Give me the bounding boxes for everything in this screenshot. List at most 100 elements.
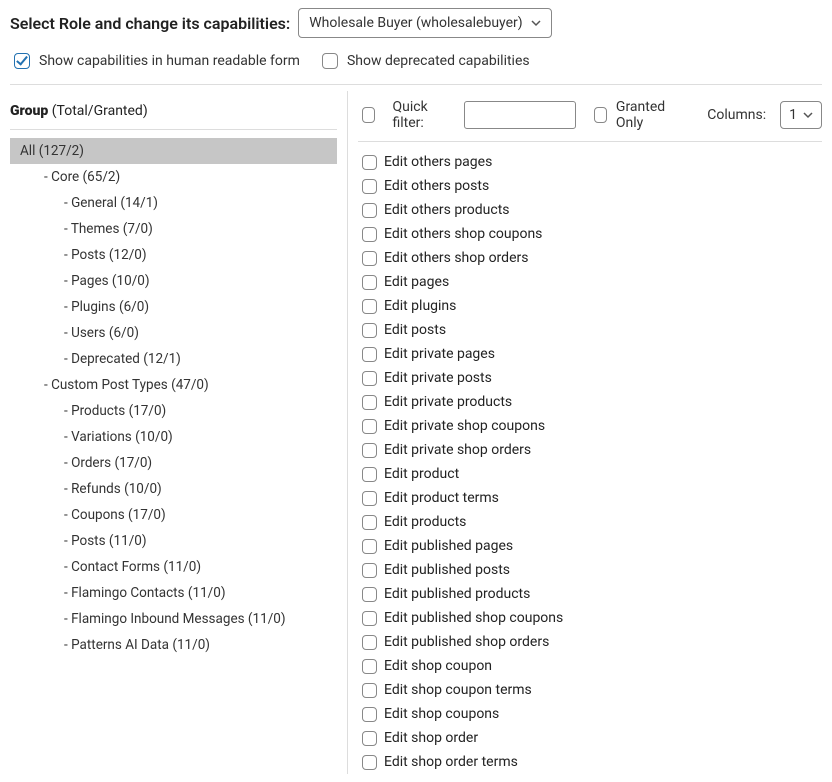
capability-row[interactable]: Edit others shop orders xyxy=(358,246,822,270)
tree-item[interactable]: - Plugins (6/0) xyxy=(10,294,337,320)
capability-row[interactable]: Edit shop coupons xyxy=(358,702,822,726)
select-role-label: Select Role and change its capabilities: xyxy=(10,14,290,33)
capability-label: Edit shop coupon terms xyxy=(384,682,532,698)
capability-row[interactable]: Edit posts xyxy=(358,318,822,342)
capability-label: Edit private posts xyxy=(384,370,492,386)
capability-checkbox[interactable] xyxy=(362,731,377,746)
capability-checkbox[interactable] xyxy=(362,251,377,266)
capability-checkbox[interactable] xyxy=(362,635,377,650)
capability-row[interactable]: Edit published products xyxy=(358,582,822,606)
tree-item[interactable]: All (127/2) xyxy=(10,138,337,164)
tree-item[interactable]: - Core (65/2) xyxy=(10,164,337,190)
capability-checkbox[interactable] xyxy=(362,371,377,386)
capabilities-panel: Quick filter: Granted Only Columns: 1 Ed… xyxy=(348,91,822,774)
tree-item[interactable]: - Contact Forms (11/0) xyxy=(10,554,337,580)
capability-row[interactable]: Edit product terms xyxy=(358,486,822,510)
capability-row[interactable]: Edit others posts xyxy=(358,174,822,198)
capability-row[interactable]: Edit shop coupon terms xyxy=(358,678,822,702)
capability-checkbox[interactable] xyxy=(362,203,377,218)
capability-row[interactable]: Edit others shop coupons xyxy=(358,222,822,246)
capability-label: Edit private shop orders xyxy=(384,442,531,458)
capability-checkbox[interactable] xyxy=(362,227,377,242)
tree-item[interactable]: - Users (6/0) xyxy=(10,320,337,346)
select-all-checkbox[interactable] xyxy=(362,107,375,123)
capability-label: Edit shop coupons xyxy=(384,706,499,722)
capability-checkbox[interactable] xyxy=(362,539,377,554)
tree-item[interactable]: - Custom Post Types (47/0) xyxy=(10,372,337,398)
capability-row[interactable]: Edit shop coupon xyxy=(358,654,822,678)
role-select[interactable]: Wholesale Buyer (wholesalebuyer) xyxy=(298,8,551,38)
capability-row[interactable]: Edit plugins xyxy=(358,294,822,318)
human-readable-label: Show capabilities in human readable form xyxy=(39,53,300,69)
capability-row[interactable]: Edit published pages xyxy=(358,534,822,558)
capability-checkbox[interactable] xyxy=(362,467,377,482)
tree-item[interactable]: - Flamingo Contacts (11/0) xyxy=(10,580,337,606)
capability-row[interactable]: Edit private products xyxy=(358,390,822,414)
capability-checkbox[interactable] xyxy=(362,755,377,770)
capability-label: Edit private shop coupons xyxy=(384,418,545,434)
capability-checkbox[interactable] xyxy=(362,659,377,674)
capability-row[interactable]: Edit pages xyxy=(358,270,822,294)
capability-row[interactable]: Edit private shop coupons xyxy=(358,414,822,438)
capability-row[interactable]: Edit published shop coupons xyxy=(358,606,822,630)
tree-item[interactable]: - General (14/1) xyxy=(10,190,337,216)
capability-row[interactable]: Edit shop order xyxy=(358,726,822,750)
capability-row[interactable]: Edit others products xyxy=(358,198,822,222)
capability-checkbox[interactable] xyxy=(362,515,377,530)
human-readable-checkbox[interactable] xyxy=(14,53,30,69)
deprecated-toggle[interactable]: Show deprecated capabilities xyxy=(318,50,530,72)
granted-only-toggle[interactable]: Granted Only xyxy=(590,99,679,131)
capability-checkbox[interactable] xyxy=(362,323,377,338)
capability-label: Edit others shop coupons xyxy=(384,226,542,242)
granted-only-checkbox[interactable] xyxy=(594,107,607,123)
capability-label: Edit shop coupon xyxy=(384,658,492,674)
capability-checkbox[interactable] xyxy=(362,611,377,626)
capability-row[interactable]: Edit private posts xyxy=(358,366,822,390)
chevron-down-icon xyxy=(803,110,813,120)
capability-row[interactable]: Edit others pages xyxy=(358,150,822,174)
tree-item[interactable]: - Posts (12/0) xyxy=(10,242,337,268)
capability-row[interactable]: Edit private shop orders xyxy=(358,438,822,462)
capability-row[interactable]: Edit published posts xyxy=(358,558,822,582)
capability-row[interactable]: Edit product xyxy=(358,462,822,486)
capability-checkbox[interactable] xyxy=(362,707,377,722)
capability-row[interactable]: Edit private pages xyxy=(358,342,822,366)
capability-checkbox[interactable] xyxy=(362,347,377,362)
tree-item[interactable]: - Themes (7/0) xyxy=(10,216,337,242)
tree-item[interactable]: - Refunds (10/0) xyxy=(10,476,337,502)
capability-label: Edit others shop orders xyxy=(384,250,528,266)
capability-label: Edit shop order xyxy=(384,730,478,746)
capability-checkbox[interactable] xyxy=(362,491,377,506)
tree-item[interactable]: - Flamingo Inbound Messages (11/0) xyxy=(10,606,337,632)
group-header: Group (Total/Granted) xyxy=(10,91,337,130)
capability-label: Edit published posts xyxy=(384,562,510,578)
capability-checkbox[interactable] xyxy=(362,275,377,290)
capability-row[interactable]: Edit products xyxy=(358,510,822,534)
tree-item[interactable]: - Deprecated (12/1) xyxy=(10,346,337,372)
capability-row[interactable]: Edit shop order terms xyxy=(358,750,822,774)
capability-checkbox[interactable] xyxy=(362,587,377,602)
quick-filter-input[interactable] xyxy=(464,101,576,129)
capability-row[interactable]: Edit published shop orders xyxy=(358,630,822,654)
tree-item[interactable]: - Patterns AI Data (11/0) xyxy=(10,632,337,658)
capability-checkbox[interactable] xyxy=(362,419,377,434)
tree-item[interactable]: - Coupons (17/0) xyxy=(10,502,337,528)
capability-checkbox[interactable] xyxy=(362,443,377,458)
deprecated-checkbox[interactable] xyxy=(322,53,338,69)
capability-checkbox[interactable] xyxy=(362,395,377,410)
capability-checkbox[interactable] xyxy=(362,179,377,194)
tree-item[interactable]: - Products (17/0) xyxy=(10,398,337,424)
tree-item[interactable]: - Variations (10/0) xyxy=(10,424,337,450)
chevron-down-icon xyxy=(531,18,541,28)
tree-item[interactable]: - Orders (17/0) xyxy=(10,450,337,476)
human-readable-toggle[interactable]: Show capabilities in human readable form xyxy=(10,50,300,72)
capability-checkbox[interactable] xyxy=(362,155,377,170)
capability-checkbox[interactable] xyxy=(362,563,377,578)
capability-label: Edit shop order terms xyxy=(384,754,518,770)
columns-select[interactable]: 1 xyxy=(780,101,822,129)
tree-item[interactable]: - Pages (10/0) xyxy=(10,268,337,294)
deprecated-label: Show deprecated capabilities xyxy=(347,53,530,69)
capability-checkbox[interactable] xyxy=(362,683,377,698)
tree-item[interactable]: - Posts (11/0) xyxy=(10,528,337,554)
capability-checkbox[interactable] xyxy=(362,299,377,314)
